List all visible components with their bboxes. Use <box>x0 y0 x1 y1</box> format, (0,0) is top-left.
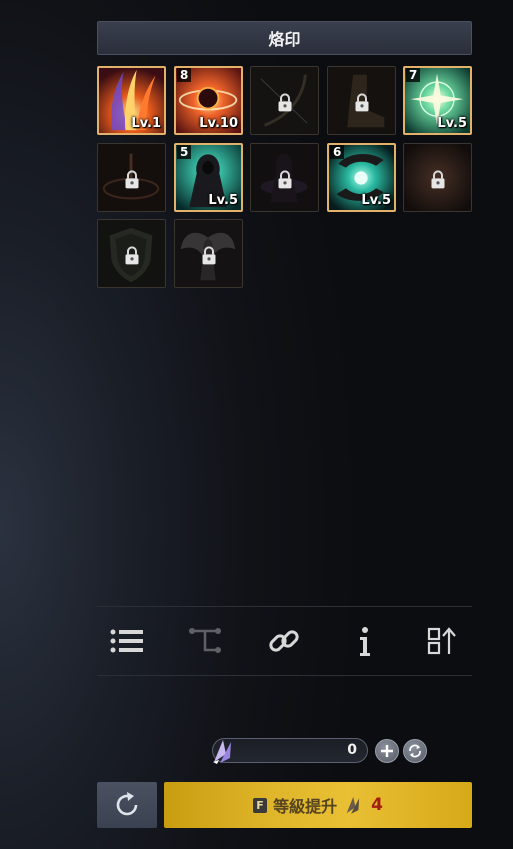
slot-shield[interactable] <box>97 219 166 288</box>
slot-fire-orb[interactable]: 8 Lv.10 <box>174 66 243 135</box>
refresh-button[interactable] <box>97 782 157 828</box>
toolbar <box>97 606 472 676</box>
skill-tree-icon <box>189 628 221 653</box>
lock-icon <box>278 169 291 188</box>
refresh-icon <box>116 792 138 816</box>
link-button[interactable] <box>265 623 303 659</box>
slot-fire-circle[interactable] <box>97 143 166 212</box>
lock-icon <box>125 245 138 264</box>
slot-level: Lv.10 <box>199 116 238 131</box>
sort-icon <box>427 627 456 655</box>
hotkey-badge: F <box>253 797 268 813</box>
slot-winged-angel[interactable] <box>174 219 243 288</box>
convert-currency-button[interactable] <box>403 739 427 763</box>
plus-icon <box>381 745 393 757</box>
info-icon <box>360 627 370 656</box>
slot-hooded-warrior[interactable]: 5 Lv.5 <box>174 143 243 212</box>
level-up-button[interactable]: F 等級提升 4 <box>164 782 472 828</box>
currency-display: 0 <box>212 738 368 764</box>
level-up-cost: 4 <box>371 795 383 815</box>
lock-icon <box>125 169 138 188</box>
crystal-icon <box>346 796 360 814</box>
info-button[interactable] <box>346 623 384 659</box>
slot-badge: 5 <box>177 145 192 159</box>
slot-level: Lv.5 <box>208 193 238 208</box>
slot-holy-star[interactable]: 7 Lv.5 <box>403 66 472 135</box>
section-header: 烙印 <box>97 21 472 55</box>
slot-level: Lv.5 <box>437 116 467 131</box>
lock-icon <box>278 92 291 111</box>
slot-level: Lv.1 <box>131 116 161 131</box>
slot-shadow-figure[interactable] <box>250 143 319 212</box>
slot-red-burst[interactable] <box>403 143 472 212</box>
slot-badge: 8 <box>177 68 192 82</box>
link-icon <box>269 630 299 652</box>
slot-flame-claw[interactable]: Lv.1 <box>97 66 166 135</box>
sort-button[interactable] <box>424 623 462 659</box>
slot-boots[interactable] <box>327 66 396 135</box>
section-title: 烙印 <box>268 30 301 49</box>
slot-bow[interactable] <box>250 66 319 135</box>
lock-icon <box>355 92 368 111</box>
add-currency-button[interactable] <box>375 739 399 763</box>
cycle-icon <box>409 744 421 758</box>
lock-icon <box>202 245 215 264</box>
crystal-icon <box>213 740 231 764</box>
list-icon <box>110 629 143 653</box>
lock-icon <box>431 169 444 188</box>
list-button[interactable] <box>108 623 146 659</box>
slot-badge: 7 <box>406 68 421 82</box>
skill-tree-button[interactable] <box>186 623 224 659</box>
level-up-label: 等級提升 <box>273 797 338 816</box>
currency-amount: 0 <box>347 742 357 758</box>
slot-badge: 6 <box>330 145 345 159</box>
slot-level: Lv.5 <box>361 193 391 208</box>
slot-spirit-hands[interactable]: 6 Lv.5 <box>327 143 396 212</box>
